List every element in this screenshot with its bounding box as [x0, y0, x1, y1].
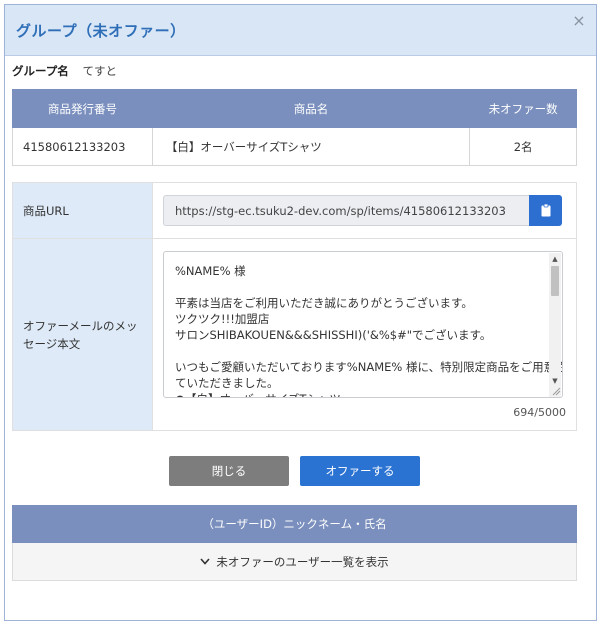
close-icon[interactable]: × — [570, 12, 588, 30]
offer-button[interactable]: オファーする — [300, 456, 420, 486]
cell-unoffered-count: 2名 — [469, 127, 577, 166]
url-input[interactable]: https://stg-ec.tsuku2-dev.com/sp/items/4… — [163, 195, 529, 226]
column-header-product-name: 商品名 — [151, 89, 471, 128]
table-row: 41580612133203 【白】オーバーサイズTシャツ 2名 — [12, 127, 577, 166]
scroll-up-arrow-icon[interactable]: ▲ — [549, 253, 561, 265]
message-scrollbar[interactable]: ▲ ▼ — [549, 252, 561, 397]
message-textarea[interactable]: %NAME% 様 平素は当店をご利用いただき誠にありがとうございます。 ツクツク… — [163, 250, 563, 398]
url-cell: https://stg-ec.tsuku2-dev.com/sp/items/4… — [152, 182, 577, 239]
show-unoffered-users-label: 未オファーのユーザー一覧を表示 — [216, 554, 389, 569]
resize-grip-icon[interactable] — [551, 386, 561, 396]
chevron-down-icon — [200, 558, 210, 565]
product-table-header-row: 商品発行番号 商品名 未オファー数 — [12, 89, 577, 128]
message-text[interactable]: %NAME% 様 平素は当店をご利用いただき誠にありがとうございます。 ツクツク… — [164, 252, 562, 397]
action-buttons: 閉じる オファーする — [0, 456, 603, 486]
clipboard-icon — [541, 204, 550, 217]
message-label-text: オファーメールのメッセージ本文 — [23, 318, 138, 351]
users-table-header: （ユーザーID）ニックネーム・氏名 — [12, 505, 577, 543]
url-field-group: https://stg-ec.tsuku2-dev.com/sp/items/4… — [163, 195, 566, 226]
group-name-row: グループ名 てすと — [12, 63, 117, 79]
close-button[interactable]: 閉じる — [169, 456, 289, 486]
cell-product-name: 【白】オーバーサイズTシャツ — [151, 127, 471, 166]
cell-product-number: 41580612133203 — [12, 127, 153, 166]
modal-header: グループ（未オファー） — [5, 5, 596, 56]
message-label: オファーメールのメッセージ本文 — [12, 238, 153, 431]
scroll-thumb[interactable] — [551, 265, 559, 296]
product-table: 商品発行番号 商品名 未オファー数 41580612133203 【白】オーバー… — [12, 89, 577, 166]
column-header-product-number: 商品発行番号 — [12, 89, 153, 128]
character-counter: 694/5000 — [513, 405, 566, 419]
show-unoffered-users-toggle[interactable]: 未オファーのユーザー一覧を表示 — [12, 543, 577, 581]
group-name-value: てすと — [82, 64, 117, 78]
modal-title: グループ（未オファー） — [16, 21, 186, 40]
group-name-label: グループ名 — [12, 64, 69, 78]
column-header-unoffered-count: 未オファー数 — [469, 89, 577, 128]
offer-form: 商品URL https://stg-ec.tsuku2-dev.com/sp/i… — [12, 182, 577, 431]
message-row: オファーメールのメッセージ本文 %NAME% 様 平素は当店をご利用いただき誠に… — [12, 238, 577, 431]
message-cell: %NAME% 様 平素は当店をご利用いただき誠にありがとうございます。 ツクツク… — [152, 238, 577, 431]
url-row: 商品URL https://stg-ec.tsuku2-dev.com/sp/i… — [12, 182, 577, 239]
copy-url-button[interactable] — [529, 195, 562, 226]
url-label: 商品URL — [12, 182, 153, 239]
